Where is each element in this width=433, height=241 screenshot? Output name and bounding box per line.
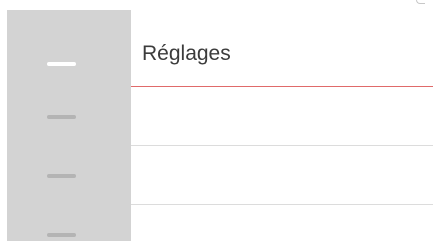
rail-item-3[interactable] <box>47 174 76 178</box>
page-title: Réglages <box>142 42 231 65</box>
left-padding <box>0 10 7 241</box>
nav-rail <box>7 10 131 241</box>
rail-item-4[interactable] <box>47 233 76 237</box>
settings-panel: Réglages <box>131 29 433 241</box>
settings-row[interactable] <box>131 146 433 205</box>
rail-item-2[interactable] <box>47 115 76 119</box>
rail-item-1[interactable] <box>47 62 76 66</box>
settings-header: Réglages <box>131 29 433 87</box>
top-strip <box>0 0 433 10</box>
window-edge-mark <box>416 0 425 4</box>
settings-row[interactable] <box>131 87 433 146</box>
